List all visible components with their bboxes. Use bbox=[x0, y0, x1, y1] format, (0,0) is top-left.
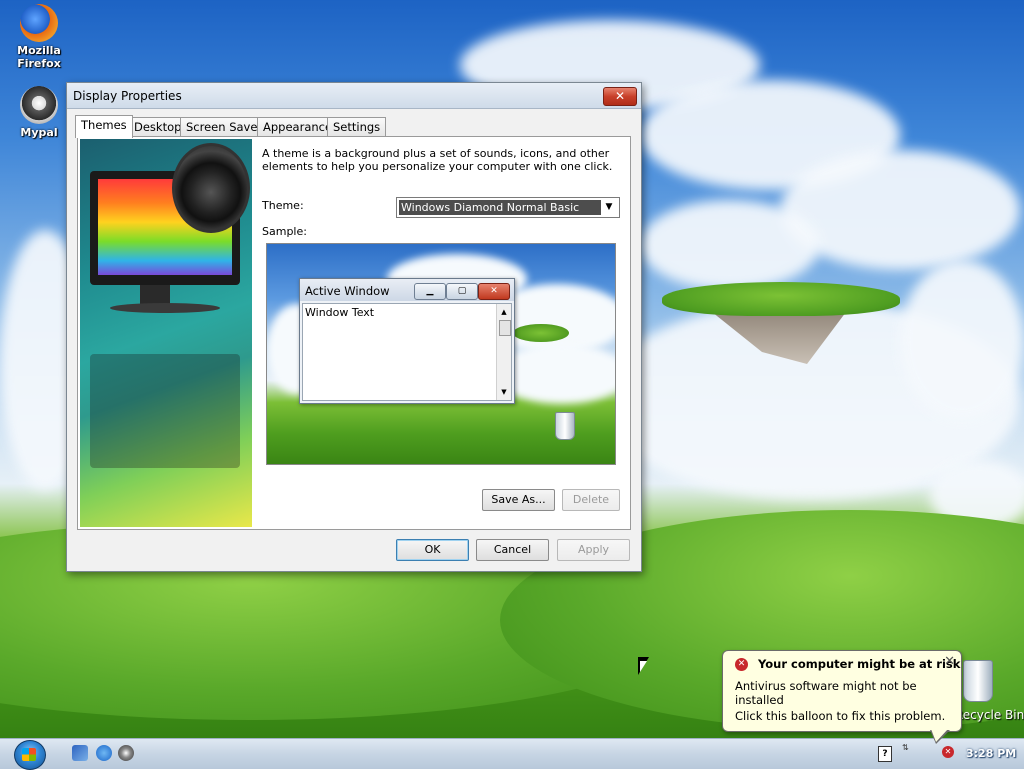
sample-window-title: Active Window bbox=[305, 284, 390, 298]
sample-scrollbar: ▲ ▼ bbox=[496, 304, 511, 400]
chevron-down-icon[interactable]: ▼ bbox=[602, 200, 616, 215]
delete-button[interactable]: Delete bbox=[562, 489, 620, 511]
close-icon: ✕ bbox=[614, 89, 626, 103]
tab-desktop[interactable]: Desktop bbox=[128, 117, 188, 137]
balloon-title: Your computer might be at risk bbox=[758, 657, 961, 671]
desktop-icon-label: Recycle Bin bbox=[955, 708, 1024, 722]
taskbar: ? ⇅ ✕ 3:28 PM bbox=[0, 738, 1024, 770]
close-button[interactable]: ✕ bbox=[603, 87, 637, 106]
recycle-bin-icon bbox=[555, 412, 575, 440]
dialog-titlebar[interactable]: Display Properties ✕ bbox=[67, 83, 641, 109]
help-icon[interactable]: ? bbox=[878, 746, 892, 762]
close-icon[interactable]: ✕ bbox=[944, 654, 955, 669]
desktop-icon-label: Firefox bbox=[17, 57, 61, 70]
scroll-up-icon: ▲ bbox=[501, 308, 507, 316]
display-properties-dialog: Display Properties ✕ Themes Desktop Scre… bbox=[66, 82, 642, 572]
taskbar-clock[interactable]: 3:28 PM bbox=[966, 747, 1016, 760]
theme-dropdown[interactable]: Windows Diamond Normal Basic ▼ bbox=[396, 197, 620, 218]
security-warning-balloon[interactable]: ✕ Your computer might be at risk ✕ Antiv… bbox=[722, 650, 962, 732]
balloon-tail bbox=[931, 729, 948, 742]
security-alert-icon[interactable]: ✕ bbox=[942, 746, 954, 758]
close-icon: ✕ bbox=[478, 283, 510, 300]
balloon-fix-link[interactable]: Click this balloon to fix this problem. bbox=[735, 709, 945, 723]
sample-window-client: Window Text ▲ ▼ bbox=[302, 303, 512, 401]
floating-island bbox=[662, 282, 900, 364]
firefox-icon bbox=[20, 4, 58, 42]
minimize-icon: ▁ bbox=[414, 283, 446, 300]
sample-label: Sample: bbox=[262, 225, 307, 238]
recycle-bin-icon bbox=[963, 660, 993, 702]
windows-logo-icon bbox=[22, 748, 36, 761]
tab-themes[interactable]: Themes bbox=[75, 115, 133, 138]
sample-island bbox=[513, 324, 569, 342]
scroll-down-icon: ▼ bbox=[501, 388, 507, 396]
maximize-icon: ▢ bbox=[446, 283, 478, 300]
theme-dropdown-value: Windows Diamond Normal Basic bbox=[399, 200, 601, 215]
cancel-button[interactable]: Cancel bbox=[476, 539, 549, 561]
themes-side-artwork bbox=[80, 139, 252, 527]
show-desktop-icon[interactable] bbox=[72, 745, 88, 761]
themes-panel: A theme is a background plus a set of so… bbox=[77, 136, 631, 530]
ok-button[interactable]: OK bbox=[396, 539, 469, 561]
mouse-cursor-icon bbox=[640, 661, 647, 672]
mypal-raccoon-icon bbox=[20, 86, 58, 124]
theme-label: Theme: bbox=[262, 199, 304, 212]
theme-sample-preview: Active Window ▁ ▢ ✕ Window Text ▲ ▼ bbox=[266, 243, 616, 465]
security-shield-icon: ✕ bbox=[735, 658, 748, 671]
theme-description: A theme is a background plus a set of so… bbox=[262, 147, 613, 173]
sample-active-window: Active Window ▁ ▢ ✕ Window Text ▲ ▼ bbox=[299, 278, 515, 404]
desktop-icon-recycle-bin[interactable]: Recycle Bin bbox=[955, 660, 1024, 730]
tab-screen-saver[interactable]: Screen Saver bbox=[180, 117, 269, 137]
dialog-title: Display Properties bbox=[73, 89, 182, 103]
save-as-button[interactable]: Save As... bbox=[482, 489, 555, 511]
sample-window-text: Window Text bbox=[305, 306, 375, 319]
apply-button[interactable]: Apply bbox=[557, 539, 630, 561]
scroll-thumb bbox=[499, 320, 511, 336]
network-icon[interactable]: ⇅ bbox=[902, 744, 912, 762]
balloon-message: Antivirus software might not be installe… bbox=[735, 679, 917, 707]
tab-appearance[interactable]: Appearance bbox=[257, 117, 339, 137]
tab-settings[interactable]: Settings bbox=[327, 117, 387, 137]
internet-explorer-icon[interactable] bbox=[96, 745, 112, 761]
desktop-icon-label: Mypal bbox=[20, 126, 58, 139]
desktop-icon-firefox[interactable]: Mozilla Firefox bbox=[4, 4, 74, 70]
start-button[interactable] bbox=[14, 740, 46, 770]
speaker-icon bbox=[172, 143, 250, 233]
mypal-icon[interactable] bbox=[118, 745, 134, 761]
desktop-icon-label: Mozilla bbox=[17, 44, 61, 57]
desktop-icon-mypal[interactable]: Mypal bbox=[4, 86, 74, 139]
